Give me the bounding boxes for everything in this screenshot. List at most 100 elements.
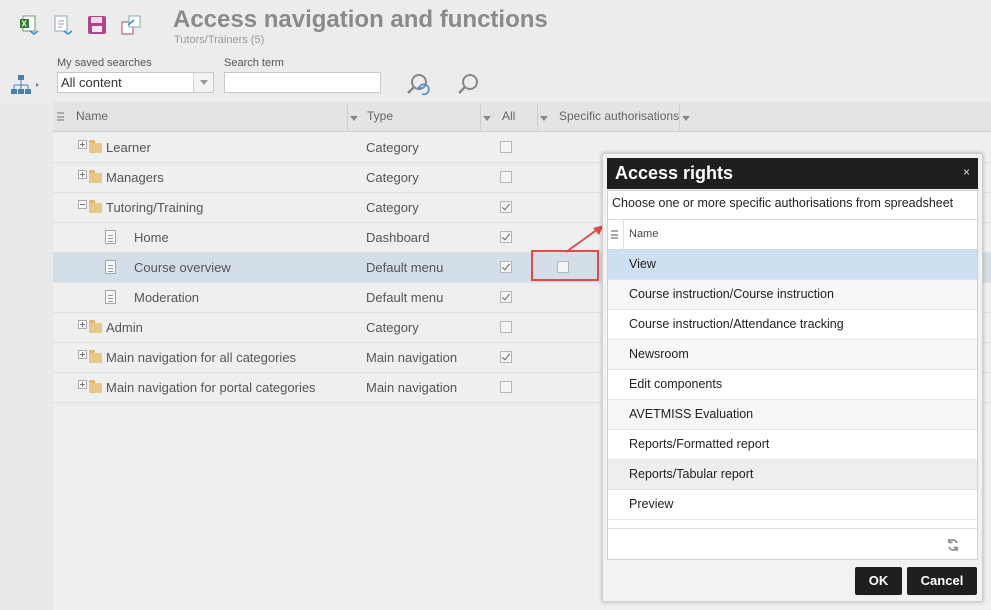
row-name: Managers bbox=[106, 170, 164, 185]
page-title: Access navigation and functions bbox=[173, 6, 548, 33]
saved-searches-value: All content bbox=[61, 75, 122, 90]
document-icon bbox=[105, 230, 116, 244]
folder-icon bbox=[89, 320, 102, 333]
all-checkbox[interactable] bbox=[500, 321, 512, 333]
row-type: Category bbox=[366, 200, 419, 215]
row-name: Learner bbox=[106, 140, 151, 155]
list-item[interactable]: View bbox=[608, 250, 977, 280]
list-item-label: Course instruction/Course instruction bbox=[629, 287, 834, 301]
access-rights-dialog: Access rights × Choose one or more speci… bbox=[602, 153, 983, 602]
all-checkbox[interactable] bbox=[500, 351, 512, 363]
expand-icon[interactable] bbox=[78, 320, 87, 329]
left-pane bbox=[0, 104, 53, 610]
column-header-name[interactable]: Name bbox=[629, 228, 658, 240]
saved-searches-label: My saved searches bbox=[57, 57, 152, 69]
dialog-instruction: Choose one or more specific authorisatio… bbox=[612, 196, 954, 210]
list-item[interactable]: Reports/Tabular report bbox=[608, 460, 977, 490]
list-item-label: Reports/Formatted report bbox=[629, 437, 770, 451]
transfer-icon[interactable] bbox=[120, 14, 142, 36]
list-item-label: AVETMISS Evaluation bbox=[629, 407, 754, 421]
list-item[interactable]: Reports/Formatted report bbox=[608, 430, 977, 460]
grid-header: Name Type All Specific authorisations bbox=[53, 102, 991, 132]
row-type: Dashboard bbox=[366, 230, 430, 245]
row-type: Category bbox=[366, 140, 419, 155]
row-name: Admin bbox=[106, 320, 143, 335]
folder-icon bbox=[89, 380, 102, 393]
list-item[interactable]: Preview bbox=[608, 490, 977, 520]
search-term-input[interactable] bbox=[224, 72, 381, 93]
column-menu-icon[interactable] bbox=[611, 230, 618, 239]
column-header-specific[interactable]: Specific authorisations bbox=[553, 102, 679, 132]
all-checkbox[interactable] bbox=[500, 261, 512, 273]
row-name: Main navigation for portal categories bbox=[106, 380, 316, 395]
row-name: Moderation bbox=[134, 290, 200, 305]
saved-searches-select[interactable]: All content bbox=[57, 72, 214, 93]
svg-text:X: X bbox=[22, 20, 28, 29]
tree-view-icon[interactable] bbox=[10, 74, 42, 96]
row-type: Category bbox=[366, 170, 419, 185]
row-type: Main navigation bbox=[366, 380, 458, 395]
refresh-icon[interactable] bbox=[946, 538, 960, 552]
collapse-icon[interactable] bbox=[78, 200, 87, 209]
dialog-grid-footer bbox=[608, 528, 977, 559]
expand-icon[interactable] bbox=[78, 170, 87, 179]
column-divider bbox=[623, 220, 624, 250]
all-checkbox[interactable] bbox=[500, 231, 512, 243]
search-icon[interactable] bbox=[456, 72, 482, 98]
all-checkbox[interactable] bbox=[500, 291, 512, 303]
folder-icon bbox=[89, 140, 102, 153]
list-item-label: Preview bbox=[629, 497, 674, 511]
user-search-icon[interactable] bbox=[405, 72, 431, 98]
cancel-button[interactable]: Cancel bbox=[907, 567, 977, 595]
folder-icon bbox=[89, 350, 102, 363]
column-sort-specific-icon[interactable] bbox=[679, 104, 691, 130]
all-checkbox[interactable] bbox=[500, 171, 512, 183]
row-name: Course overview bbox=[134, 260, 231, 275]
column-header-all[interactable]: All bbox=[496, 102, 515, 132]
expand-icon[interactable] bbox=[78, 350, 87, 359]
dialog-title: Access rights bbox=[615, 163, 734, 183]
folder-icon bbox=[89, 170, 102, 183]
expand-icon[interactable] bbox=[78, 140, 87, 149]
all-checkbox[interactable] bbox=[500, 381, 512, 393]
list-item-label: Edit components bbox=[629, 377, 723, 391]
ok-button[interactable]: OK bbox=[855, 567, 902, 595]
all-checkbox[interactable] bbox=[500, 201, 512, 213]
all-checkbox[interactable] bbox=[500, 141, 512, 153]
annotation-arrow bbox=[565, 225, 604, 253]
column-sort-all-icon[interactable] bbox=[537, 104, 549, 130]
document-icon bbox=[105, 290, 116, 304]
row-name: Tutoring/Training bbox=[106, 200, 204, 215]
list-item-label: Reports/Tabular report bbox=[629, 467, 754, 481]
row-type: Category bbox=[366, 320, 419, 335]
column-menu-icon[interactable] bbox=[57, 112, 64, 121]
excel-export-icon[interactable]: X bbox=[18, 14, 40, 36]
folder-icon bbox=[89, 200, 102, 213]
column-header-type[interactable]: Type bbox=[361, 102, 393, 132]
search-term-label: Search term bbox=[224, 57, 284, 69]
list-item[interactable]: Edit components bbox=[608, 370, 977, 400]
row-name: Home bbox=[134, 230, 169, 245]
row-type: Default menu bbox=[366, 260, 444, 275]
expand-icon[interactable] bbox=[78, 380, 87, 389]
save-icon[interactable] bbox=[86, 14, 108, 36]
dialog-panel: Choose one or more specific authorisatio… bbox=[607, 190, 978, 560]
list-item[interactable]: Course instruction/Course instruction bbox=[608, 280, 977, 310]
close-icon[interactable]: × bbox=[963, 165, 970, 179]
list-item-label: Newsroom bbox=[629, 347, 689, 361]
page-subtitle: Tutors/Trainers (5) bbox=[174, 34, 265, 46]
chevron-down-icon[interactable] bbox=[193, 73, 213, 92]
list-item[interactable]: Course instruction/Attendance tracking bbox=[608, 310, 977, 340]
column-sort-type-icon[interactable] bbox=[480, 104, 492, 130]
list-item-label: Course instruction/Attendance tracking bbox=[629, 317, 844, 331]
row-type: Main navigation bbox=[366, 350, 458, 365]
list-item[interactable]: AVETMISS Evaluation bbox=[608, 400, 977, 430]
row-name: Main navigation for all categories bbox=[106, 350, 297, 365]
row-type: Default menu bbox=[366, 290, 444, 305]
dialog-header: Access rights × bbox=[607, 158, 978, 189]
list-item-label: View bbox=[629, 257, 656, 271]
export-icon[interactable] bbox=[52, 14, 74, 36]
column-header-name[interactable]: Name bbox=[70, 102, 108, 132]
list-item[interactable]: Newsroom bbox=[608, 340, 977, 370]
column-sort-name-icon[interactable] bbox=[347, 104, 359, 130]
